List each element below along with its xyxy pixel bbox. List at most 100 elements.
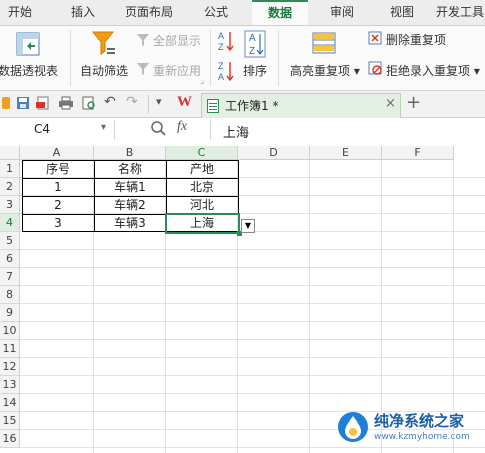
row-header-16[interactable]: 16 bbox=[0, 430, 20, 448]
row-header-14[interactable]: 14 bbox=[0, 394, 20, 412]
gridline bbox=[20, 321, 485, 322]
dialog-launcher-icon[interactable]: ⌟ bbox=[200, 76, 204, 86]
ribbon: 数据透视表 自动筛选 全部显示 重新应用 ⌟ AZ AZ ZA 排序 高亮重复项… bbox=[0, 26, 485, 91]
close-tab-icon[interactable]: × bbox=[385, 96, 396, 111]
table-border bbox=[22, 196, 239, 197]
row-header-1[interactable]: 1 bbox=[0, 160, 20, 178]
row-header-7[interactable]: 7 bbox=[0, 268, 20, 286]
row-header-2[interactable]: 2 bbox=[0, 178, 20, 196]
gridline bbox=[20, 393, 485, 394]
tab-data[interactable]: 数据 bbox=[252, 0, 308, 25]
row-header-10[interactable]: 10 bbox=[0, 322, 20, 340]
watermark-logo-icon bbox=[336, 410, 370, 444]
formula-value: 上海 bbox=[223, 126, 250, 141]
reject-duplicates-icon bbox=[368, 61, 382, 75]
tab-formula[interactable]: 公式 bbox=[196, 0, 236, 25]
name-box[interactable]: C4 ▾ bbox=[0, 120, 115, 140]
export-pdf-icon[interactable] bbox=[36, 96, 50, 110]
reject-duplicates-button[interactable]: 拒绝录入重复项 ▾ bbox=[386, 62, 480, 79]
validation-dropdown-button[interactable]: ▼ bbox=[241, 219, 255, 233]
column-header-b[interactable]: B bbox=[94, 146, 166, 160]
svg-text:Z: Z bbox=[249, 46, 255, 57]
watermark-url: www.kzmyhome.com bbox=[374, 432, 470, 442]
formula-bar: C4 ▾ fx 上海 bbox=[0, 118, 485, 143]
document-tab-title: 工作簿1 * bbox=[225, 99, 279, 113]
sort-desc-icon[interactable]: ZA bbox=[218, 60, 234, 82]
menu-bar: 开始 插入 页面布局 公式 数据 审阅 视图 开发工具 bbox=[0, 0, 485, 26]
pivot-table-button[interactable]: 数据透视表 bbox=[0, 62, 58, 79]
sort-button[interactable]: 排序 bbox=[243, 62, 267, 79]
column-header-a[interactable]: A bbox=[20, 146, 94, 160]
watermark: 纯净系统之家 www.kzmyhome.com bbox=[332, 408, 482, 448]
toolbar-divider bbox=[148, 95, 149, 113]
redo-icon[interactable]: ↷ bbox=[126, 94, 138, 110]
tab-developer[interactable]: 开发工具 bbox=[436, 0, 485, 25]
row-header-8[interactable]: 8 bbox=[0, 286, 20, 304]
gridline bbox=[20, 357, 485, 358]
gridline bbox=[20, 303, 485, 304]
reapply-icon bbox=[136, 62, 150, 76]
pivot-table-icon[interactable] bbox=[16, 32, 40, 56]
show-all-button[interactable]: 全部显示 bbox=[153, 32, 201, 49]
sort-asc-icon[interactable]: AZ bbox=[218, 30, 234, 52]
row-header-4[interactable]: 4 bbox=[0, 214, 20, 232]
gridline bbox=[20, 285, 485, 286]
tab-start[interactable]: 开始 bbox=[0, 0, 40, 25]
save-icon[interactable] bbox=[16, 96, 30, 110]
column-header-d[interactable]: D bbox=[238, 146, 310, 160]
ribbon-divider bbox=[278, 30, 279, 86]
highlight-duplicates-button[interactable]: 高亮重复项 ▾ bbox=[290, 62, 360, 79]
undo-icon[interactable]: ↶ bbox=[104, 94, 116, 110]
insert-function-button[interactable]: fx bbox=[177, 119, 187, 135]
funnel-icon[interactable] bbox=[92, 30, 116, 56]
row-header-5[interactable]: 5 bbox=[0, 232, 20, 250]
show-all-icon bbox=[136, 33, 150, 47]
svg-text:Z: Z bbox=[218, 61, 224, 71]
row-header-13[interactable]: 13 bbox=[0, 376, 20, 394]
row-header-15[interactable]: 15 bbox=[0, 412, 20, 430]
row-header-6[interactable]: 6 bbox=[0, 250, 20, 268]
gridline bbox=[20, 267, 485, 268]
tab-review[interactable]: 审阅 bbox=[322, 0, 362, 25]
watermark-name: 纯净系统之家 bbox=[374, 412, 465, 430]
tab-insert[interactable]: 插入 bbox=[62, 0, 104, 25]
svg-text:A: A bbox=[249, 33, 256, 44]
customize-dropdown-icon[interactable]: ▾ bbox=[156, 95, 162, 108]
print-preview-icon[interactable] bbox=[82, 96, 96, 110]
sort-icon[interactable]: AZ bbox=[244, 30, 266, 58]
spreadsheet-icon bbox=[207, 99, 219, 113]
folder-icon[interactable] bbox=[2, 97, 10, 109]
highlight-duplicates-icon[interactable] bbox=[312, 32, 336, 54]
remove-duplicates-button[interactable]: 删除重复项 bbox=[386, 31, 446, 48]
svg-text:A: A bbox=[218, 72, 224, 82]
row-header-12[interactable]: 12 bbox=[0, 358, 20, 376]
gridline bbox=[20, 375, 485, 376]
print-icon[interactable] bbox=[58, 96, 74, 110]
table-border bbox=[22, 178, 239, 179]
name-box-value: C4 bbox=[34, 122, 51, 136]
column-header-f[interactable]: F bbox=[382, 146, 454, 160]
zoom-icon[interactable] bbox=[150, 120, 166, 136]
svg-text:A: A bbox=[218, 31, 224, 41]
new-tab-button[interactable]: + bbox=[406, 92, 421, 113]
formula-input[interactable]: 上海 bbox=[210, 119, 485, 141]
tab-page-layout[interactable]: 页面布局 bbox=[118, 0, 180, 25]
gridline bbox=[309, 160, 310, 453]
wps-logo-icon: W bbox=[177, 94, 192, 110]
row-header-3[interactable]: 3 bbox=[0, 196, 20, 214]
reapply-button[interactable]: 重新应用 bbox=[153, 62, 201, 79]
gridline bbox=[20, 249, 485, 250]
column-header-e[interactable]: E bbox=[310, 146, 382, 160]
ribbon-divider bbox=[210, 30, 211, 86]
ribbon-divider bbox=[70, 30, 71, 86]
row-header-9[interactable]: 9 bbox=[0, 304, 20, 322]
select-all-corner[interactable] bbox=[0, 146, 20, 160]
document-tab[interactable]: 工作簿1 * × bbox=[201, 93, 401, 118]
tab-view[interactable]: 视图 bbox=[382, 0, 422, 25]
svg-text:Z: Z bbox=[218, 42, 224, 52]
row-header-11[interactable]: 11 bbox=[0, 340, 20, 358]
column-header-c[interactable]: C bbox=[166, 146, 238, 160]
chevron-down-icon[interactable]: ▾ bbox=[101, 122, 106, 133]
active-cell-c4[interactable] bbox=[165, 213, 240, 234]
autofilter-button[interactable]: 自动筛选 bbox=[80, 62, 128, 79]
